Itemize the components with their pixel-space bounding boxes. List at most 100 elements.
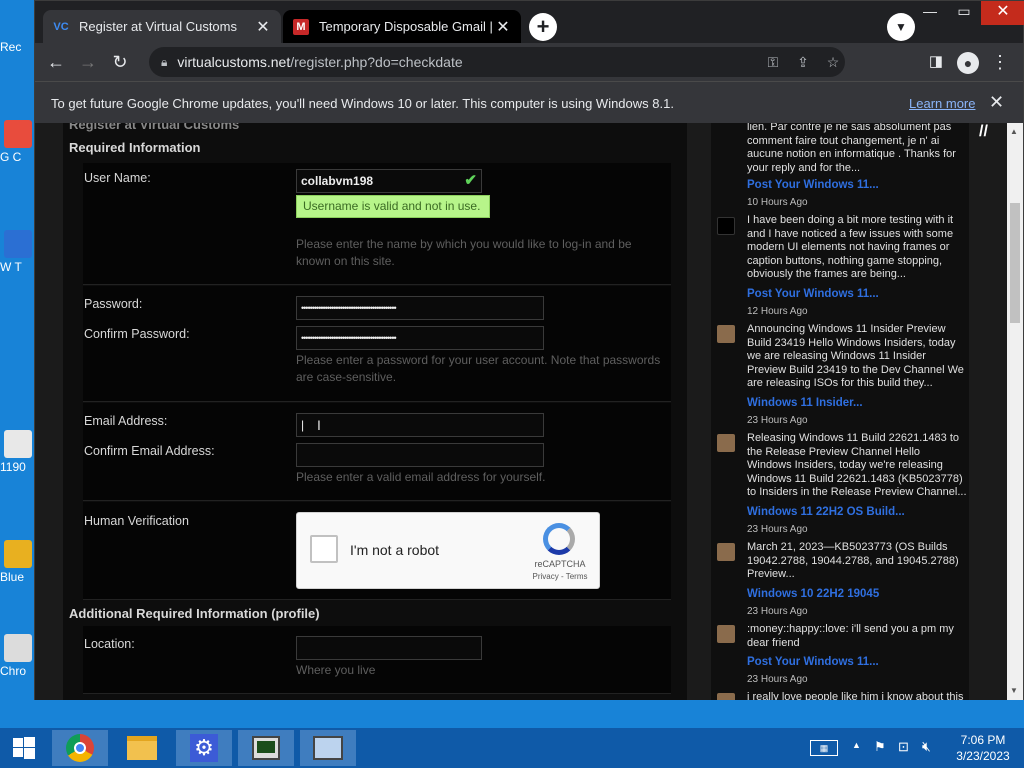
taskbar-file-explorer[interactable]	[114, 730, 170, 766]
system-clock[interactable]: 7:06 PM 3/23/2023	[948, 732, 1018, 764]
post-time: 23 Hours Ago	[747, 674, 808, 685]
avatar[interactable]	[717, 693, 735, 700]
avatar[interactable]	[717, 325, 735, 343]
post-excerpt: Announcing Windows 11 Insider Preview Bu…	[717, 323, 967, 391]
tab-register[interactable]: VC Register at Virtual Customs ✕	[43, 10, 281, 43]
settings-gear-icon: ⚙	[190, 734, 218, 762]
recaptcha-checkbox[interactable]	[310, 535, 338, 563]
learn-more-link[interactable]: Learn more	[909, 96, 975, 111]
back-arrow-icon[interactable]: ←	[43, 50, 69, 74]
desktop-icon-blue[interactable]: Blue	[0, 540, 34, 584]
url-host: virtualcustoms.net	[177, 54, 291, 70]
desktop-icon-label: Rec	[0, 40, 22, 54]
star-icon[interactable]: ☆	[821, 47, 845, 77]
location-hint: Where you live	[296, 663, 376, 677]
check-icon: ✔	[464, 172, 477, 189]
desktop-icon-file[interactable]: 1190	[0, 430, 34, 474]
collapse-icon[interactable]: //	[979, 123, 988, 141]
sidebar-icon[interactable]: ◨	[923, 50, 949, 74]
key-icon[interactable]: ⚿	[761, 47, 785, 77]
location-label: Location:	[84, 637, 135, 651]
registration-form: Register at Virtual Customs Required Inf…	[63, 123, 687, 700]
location-input[interactable]	[296, 636, 482, 660]
task-manager-icon	[252, 736, 280, 760]
chevron-up-icon[interactable]: ▲	[852, 740, 861, 750]
taskbar-settings[interactable]: ⚙	[176, 730, 232, 766]
address-bar[interactable]: 🔒︎ virtualcustoms.net/register.php?do=ch…	[149, 47, 845, 77]
confirm-password-input[interactable]: ••••••••••••••••••••••••••••••••••••••••…	[296, 326, 544, 350]
desktop-icon-label: 1190	[0, 460, 26, 474]
password-label: Password:	[84, 297, 143, 311]
confirm-email-label: Confirm Email Address:	[84, 444, 215, 458]
close-icon[interactable]: ✕	[495, 17, 511, 37]
desktop-icon-label: Blue	[0, 570, 25, 584]
post-time: 10 Hours Ago	[747, 197, 808, 208]
volume-muted-icon[interactable]: 🔇︎	[922, 738, 931, 755]
post-thread-link[interactable]: Post Your Windows 11...	[747, 288, 879, 300]
post-thread-link[interactable]: Windows 11 22H2 OS Build...	[747, 506, 905, 518]
location-row: Location: Where you live	[83, 626, 671, 694]
vc-logo-icon: VC	[53, 20, 69, 33]
app-icon	[4, 540, 32, 568]
taskbar-task-manager[interactable]	[238, 730, 294, 766]
close-icon[interactable]: ✕	[255, 17, 271, 37]
desktop-icon-wt[interactable]: W T	[0, 230, 34, 274]
post-thread-link[interactable]: Post Your Windows 11...	[747, 179, 879, 191]
page-viewport: Register at Virtual Customs Required Inf…	[35, 123, 1007, 700]
close-window-button[interactable]: ✕	[981, 1, 1024, 25]
desktop-icon-chrome[interactable]: G C	[0, 120, 34, 164]
scroll-up-icon[interactable]: ▲	[1010, 127, 1018, 136]
profile-icon[interactable]: ●	[955, 50, 981, 74]
forward-arrow-icon[interactable]: →	[75, 50, 101, 74]
network-icon[interactable]: ⊡	[898, 739, 909, 755]
post-thread-link[interactable]: Windows 10 22H2 19045	[747, 588, 879, 600]
tab-temp-gmail[interactable]: M Temporary Disposable Gmail | Te ✕	[283, 10, 521, 43]
desktop-icon-chrome-setup[interactable]: Chro	[0, 634, 34, 678]
username-input[interactable]: collabvm198 ✔	[296, 169, 482, 193]
avatar[interactable]	[717, 625, 735, 643]
avatar[interactable]	[717, 543, 735, 561]
post-time: 23 Hours Ago	[747, 415, 808, 426]
avatar[interactable]	[717, 434, 735, 452]
email-label: Email Address:	[84, 414, 168, 428]
scroll-down-icon[interactable]: ▼	[1010, 686, 1018, 695]
confirm-email-input[interactable]	[296, 443, 544, 467]
taskbar-chrome[interactable]	[52, 730, 108, 766]
chrome-icon	[4, 120, 32, 148]
avatar[interactable]	[717, 217, 735, 235]
post-excerpt: i really love people like him i know abo…	[717, 691, 967, 700]
new-tab-button[interactable]: +	[529, 13, 557, 41]
maximize-button[interactable]: ▭	[949, 3, 979, 25]
start-button[interactable]	[0, 730, 48, 766]
chevron-down-icon[interactable]: ▼	[887, 13, 915, 41]
app-icon	[4, 230, 32, 258]
post-thread-link[interactable]: Windows 11 Insider...	[747, 397, 863, 409]
post-excerpt: March 21, 2023—KB5023773 (OS Builds 1904…	[717, 541, 967, 582]
post-text: March 21, 2023—KB5023773 (OS Builds 1904…	[747, 541, 959, 580]
recaptcha-privacy-terms[interactable]: Privacy - Terms	[525, 572, 595, 581]
share-icon[interactable]: ⇪	[791, 47, 815, 77]
post-thread-link[interactable]: Post Your Windows 11...	[747, 656, 879, 668]
email-input[interactable]: | I	[296, 413, 544, 437]
additional-info-heading: Additional Required Information (profile…	[69, 606, 320, 621]
scrollbar-thumb[interactable]	[1010, 203, 1020, 323]
tab-title: Temporary Disposable Gmail | Te	[319, 19, 495, 34]
recaptcha-logo-icon	[543, 523, 575, 555]
keyboard-icon[interactable]: ▦	[810, 740, 838, 756]
post-text: :money::happy::love: i'll send you a pm …	[747, 623, 954, 649]
password-input[interactable]: ••••••••••••••••••••••••••••••••••••••••…	[296, 296, 544, 320]
minimize-button[interactable]: —	[915, 3, 945, 25]
recaptcha-label: I'm not a robot	[350, 542, 440, 558]
flag-icon[interactable]: ⚑	[874, 739, 886, 755]
taskbar-remote-desktop[interactable]	[300, 730, 356, 766]
post-text: Announcing Windows 11 Insider Preview Bu…	[747, 323, 964, 389]
desktop-icon-recycle-bin[interactable]: Rec	[0, 40, 34, 54]
desktop-icon-label: Chro	[0, 664, 27, 678]
clock-date: 3/23/2023	[956, 749, 1010, 763]
menu-dots-icon[interactable]: ⋮	[987, 50, 1013, 74]
email-row: Email Address: | I Confirm Email Address:…	[83, 403, 671, 501]
close-icon[interactable]: ✕	[989, 92, 1004, 113]
post-excerpt: :money::happy::love: i'll send you a pm …	[717, 623, 967, 650]
page-scrollbar[interactable]: ▲ ▼	[1007, 123, 1023, 700]
reload-icon[interactable]: ↻	[107, 50, 133, 74]
